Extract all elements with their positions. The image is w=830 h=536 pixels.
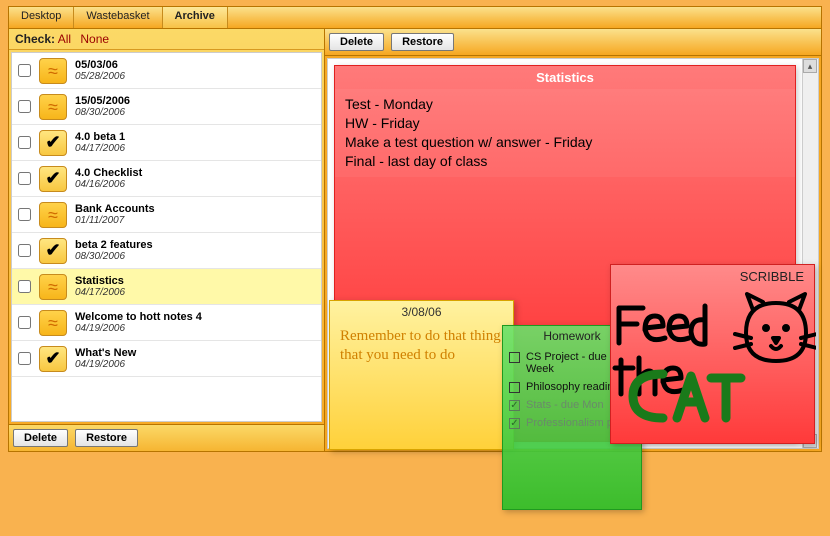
sticky-note-scribble[interactable]: SCRIBBLE [610,264,815,444]
checkbox-icon[interactable] [509,352,520,363]
row-date: 04/17/2006 [75,143,125,154]
list-item[interactable]: 4.0 beta 104/17/2006 [12,125,321,161]
list-item[interactable]: 15/05/200608/30/2006 [12,89,321,125]
row-date: 08/30/2006 [75,107,130,118]
row-date: 04/16/2006 [75,179,142,190]
checklist-icon [39,346,67,372]
row-title: 4.0 Checklist [75,167,142,179]
checklist-icon [39,130,67,156]
check-label: Check: [15,32,55,46]
row-title: 05/03/06 [75,59,125,71]
checklist-icon [39,238,67,264]
note-list: 05/03/0605/28/200615/05/200608/30/20064.… [11,52,322,422]
row-checkbox[interactable] [18,100,31,113]
checklist-icon [39,166,67,192]
row-title: 4.0 beta 1 [75,131,125,143]
row-title: Statistics [75,275,125,287]
check-bar: Check: All None [9,29,324,50]
homework-item-label: Stats - due Mon [526,399,604,411]
tab-archive[interactable]: Archive [163,7,228,28]
list-item[interactable]: Welcome to hott notes 404/19/2006 [12,305,321,341]
row-date: 04/17/2006 [75,287,125,298]
note-icon [39,202,67,228]
checkbox-icon[interactable]: ✓ [509,418,520,429]
row-checkbox[interactable] [18,352,31,365]
row-title: 15/05/2006 [75,95,130,107]
preview-toolbar: Delete Restore [325,29,821,56]
row-date: 08/30/2006 [75,251,153,262]
scroll-up-icon[interactable]: ▴ [803,59,817,73]
row-checkbox[interactable] [18,244,31,257]
delete-button[interactable]: Delete [329,33,384,51]
list-item[interactable]: Statistics04/17/2006 [12,269,321,305]
row-checkbox[interactable] [18,208,31,221]
delete-button[interactable]: Delete [13,429,68,447]
tab-wastebasket[interactable]: Wastebasket [74,7,162,28]
row-title: What's New [75,347,136,359]
restore-button[interactable]: Restore [391,33,454,51]
list-item[interactable]: What's New04/19/2006 [12,341,321,377]
row-checkbox[interactable] [18,172,31,185]
tab-desktop[interactable]: Desktop [9,7,74,28]
row-checkbox[interactable] [18,316,31,329]
preview-note-body: Test - MondayHW - FridayMake a test ques… [335,89,795,177]
checkbox-icon[interactable] [509,382,520,393]
list-item[interactable]: Bank Accounts01/11/2007 [12,197,321,233]
note-icon [39,94,67,120]
preview-note-title: Statistics [335,66,795,89]
restore-button[interactable]: Restore [75,429,138,447]
row-checkbox[interactable] [18,136,31,149]
row-title: Bank Accounts [75,203,155,215]
sticky-note-title: SCRIBBLE [611,265,814,288]
list-item[interactable]: beta 2 features08/30/2006 [12,233,321,269]
checkbox-icon[interactable]: ✓ [509,400,520,411]
row-title: Welcome to hott notes 4 [75,311,202,323]
row-title: beta 2 features [75,239,153,251]
scribble-drawing [611,288,814,428]
tab-bar: Desktop Wastebasket Archive [9,7,821,29]
check-all-link[interactable]: All [58,32,71,46]
sidebar: Check: All None 05/03/0605/28/200615/05/… [9,29,325,451]
row-checkbox[interactable] [18,280,31,293]
row-date: 04/19/2006 [75,323,202,334]
sidebar-bottombar: Delete Restore [9,424,324,451]
sticky-note-reminder[interactable]: 3/08/06 Remember to do that thing that y… [329,300,514,450]
list-item[interactable]: 05/03/0605/28/2006 [12,53,321,89]
row-checkbox[interactable] [18,64,31,77]
check-none-link[interactable]: None [80,32,109,46]
list-item[interactable]: 4.0 Checklist04/16/2006 [12,161,321,197]
note-icon [39,274,67,300]
sticky-note-body: Remember to do that thing that you need … [330,323,513,369]
row-date: 01/11/2007 [75,215,155,226]
note-icon [39,58,67,84]
homework-item-label: Philosophy reading [526,381,620,393]
row-date: 05/28/2006 [75,71,125,82]
sticky-note-date: 3/08/06 [330,301,513,323]
row-date: 04/19/2006 [75,359,136,370]
note-icon [39,310,67,336]
